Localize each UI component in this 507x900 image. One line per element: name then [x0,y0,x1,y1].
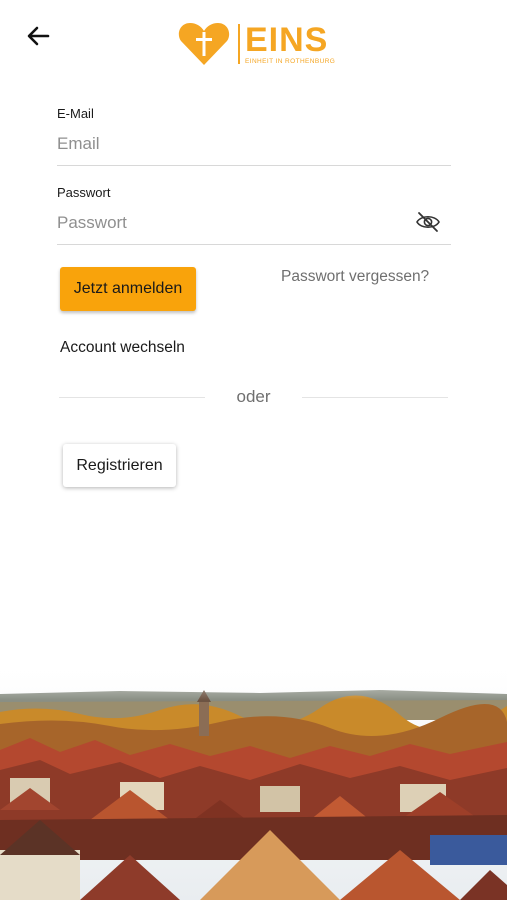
back-button[interactable] [22,20,54,52]
password-label: Passwort [57,185,111,200]
forgot-password-link[interactable]: Passwort vergessen? [281,268,429,286]
login-button[interactable]: Jetzt anmelden [60,267,196,311]
heart-cross-icon [178,23,230,65]
switch-account-link[interactable]: Account wechseln [60,339,185,357]
email-label: E-Mail [57,106,94,121]
password-visibility-toggle[interactable] [415,211,441,233]
register-button[interactable]: Registrieren [63,444,176,487]
logo-divider [238,24,240,64]
arrow-left-icon [27,26,50,46]
email-field-group: E-Mail [57,106,451,166]
eye-off-icon [416,212,440,232]
logo-subtitle: EINHEIT IN ROTHENBURG [245,58,336,65]
email-input[interactable] [57,125,451,166]
password-input[interactable] [57,204,451,245]
logo-title: EINS [245,21,329,59]
password-field-group: Passwort [57,185,451,245]
app-logo: EINS EINHEIT IN ROTHENBURG [178,20,335,68]
divider-line-right [302,397,448,398]
rothenburg-town-rooftops-photo [0,660,507,900]
